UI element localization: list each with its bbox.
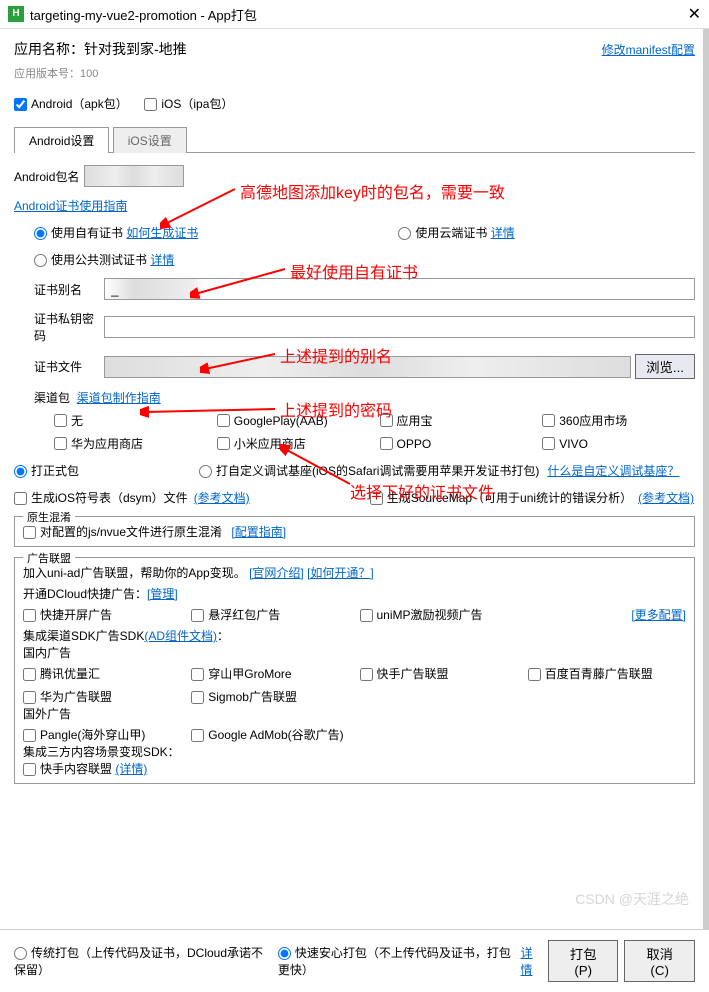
manifest-link[interactable]: 修改manifest配置 — [602, 41, 695, 58]
radio-official[interactable]: 打正式包 — [14, 462, 79, 479]
ad-gromore[interactable]: 穿山甲GroMore — [191, 665, 349, 682]
sourcemap-checkbox[interactable]: 生成SourceMap（可用于uni统计的错误分析） — [370, 489, 632, 506]
dsym-link[interactable]: (参考文档) — [194, 489, 250, 506]
ads-sdk-link[interactable]: (AD组件文档) — [144, 629, 217, 643]
watermark: CSDN @天涯之绝 — [575, 889, 689, 909]
tab-android[interactable]: Android设置 — [14, 127, 109, 153]
ads-quick: 开通DCloud快捷广告： — [23, 587, 147, 601]
channel-googleplay[interactable]: GooglePlay(AAB) — [217, 412, 370, 429]
channel-360[interactable]: 360应用市场 — [542, 412, 695, 429]
channel-guide-link[interactable]: 渠道包制作指南 — [77, 391, 161, 405]
radio-fast[interactable]: 快速安心打包（不上传代码及证书，打包更快） — [278, 944, 521, 978]
app-name-label: 应用名称： — [14, 39, 84, 59]
version-label: 应用版本号： — [14, 68, 80, 80]
ads-foreign: 国外广告 — [23, 705, 686, 722]
radio-cloud-cert[interactable]: 使用云端证书 详情 — [398, 224, 514, 241]
cert-guide-link[interactable]: Android证书使用指南 — [14, 199, 127, 213]
sourcemap-link[interactable]: (参考文档) — [638, 489, 694, 506]
ads-intro-link2[interactable]: [如何开通？] — [307, 566, 374, 580]
radio-custom[interactable]: 打自定义调试基座(iOS的Safari调试需要用苹果开发证书打包) — [199, 462, 539, 479]
android-checkbox[interactable]: Android（apk包） — [14, 97, 128, 111]
gen-cert-link[interactable]: 如何生成证书 — [126, 226, 198, 240]
close-icon[interactable]: ✕ — [688, 4, 701, 24]
ad-unimp[interactable]: uniMP激励视频广告 — [360, 606, 518, 623]
channel-huawei[interactable]: 华为应用商店 — [54, 435, 207, 452]
browse-button[interactable]: 浏览... — [635, 354, 695, 379]
public-cert-link[interactable]: 详情 — [150, 253, 174, 267]
app-logo: H — [8, 6, 24, 22]
ads-intro: 加入uni-ad广告联盟，帮助你的App变现。 — [23, 566, 246, 580]
ad-huawei[interactable]: 华为广告联盟 — [23, 688, 181, 705]
ads-sdk-label: 集成渠道SDK广告SDK — [23, 629, 144, 643]
obf-title: 原生混淆 — [23, 509, 75, 525]
alias-input[interactable] — [104, 278, 695, 300]
obf-checkbox[interactable]: 对配置的js/nvue文件进行原生混淆 — [23, 525, 222, 539]
ad-admob[interactable]: Google AdMob(谷歌广告) — [191, 726, 349, 743]
radio-traditional[interactable]: 传统打包（上传代码及证书，DCloud承诺不保留） — [14, 944, 271, 978]
file-label: 证书文件 — [34, 358, 104, 375]
fast-detail-link[interactable]: 详情 — [521, 944, 543, 978]
pkg-input[interactable] — [84, 165, 184, 187]
ads-third: 集成三方内容场景变现SDK： — [23, 743, 686, 760]
ad-pangle[interactable]: Pangle(海外穿山甲) — [23, 726, 181, 743]
obf-link[interactable]: [配置指南] — [231, 525, 286, 539]
channel-xiaomi[interactable]: 小米应用商店 — [217, 435, 370, 452]
pwd-input[interactable] — [104, 316, 695, 338]
ad-splash[interactable]: 快捷开屏广告 — [23, 606, 181, 623]
ads-intro-link1[interactable]: [官网介绍] — [249, 566, 304, 580]
cancel-button[interactable]: 取消(C) — [624, 940, 695, 982]
ios-checkbox[interactable]: iOS（ipa包） — [144, 97, 233, 111]
channel-oppo[interactable]: OPPO — [380, 435, 533, 452]
alias-label: 证书别名 — [34, 281, 104, 298]
ad-ks-link[interactable]: (详情) — [115, 762, 147, 776]
channel-vivo[interactable]: VIVO — [542, 435, 695, 452]
ads-quick-link[interactable]: [管理] — [147, 587, 178, 601]
ads-domestic: 国内广告 — [23, 644, 686, 661]
ad-ks-content[interactable]: 快手内容联盟 — [23, 762, 112, 776]
ad-redpacket[interactable]: 悬浮红包广告 — [191, 606, 349, 623]
dsym-checkbox[interactable]: 生成iOS符号表（dsym）文件 — [14, 489, 188, 506]
pkg-label: Android包名 — [14, 168, 84, 185]
ad-kuaishou[interactable]: 快手广告联盟 — [360, 665, 518, 682]
channel-yyb[interactable]: 应用宝 — [380, 412, 533, 429]
channel-none[interactable]: 无 — [54, 412, 207, 429]
version-value: 100 — [80, 68, 98, 80]
app-name-value: 针对我到家-地推 — [84, 39, 187, 59]
tab-ios[interactable]: iOS设置 — [113, 127, 187, 153]
cloud-cert-link[interactable]: 详情 — [491, 226, 515, 240]
ads-title: 广告联盟 — [23, 550, 75, 566]
window-title: targeting-my-vue2-promotion - App打包 — [30, 5, 688, 24]
file-input[interactable] — [104, 356, 631, 378]
pack-button[interactable]: 打包(P) — [548, 940, 618, 982]
custom-base-link[interactable]: 什么是自定义调试基座？ — [547, 462, 679, 479]
ad-sigmob[interactable]: Sigmob广告联盟 — [191, 688, 349, 705]
ads-more-link[interactable]: [更多配置] — [528, 606, 686, 623]
ad-tencent[interactable]: 腾讯优量汇 — [23, 665, 181, 682]
pwd-label: 证书私钥密码 — [34, 310, 104, 344]
channel-label: 渠道包 — [34, 391, 70, 405]
radio-own-cert[interactable]: 使用自有证书 如何生成证书 — [34, 224, 198, 241]
ad-baidu[interactable]: 百度百青藤广告联盟 — [528, 665, 686, 682]
radio-public-cert[interactable]: 使用公共测试证书 详情 — [34, 253, 174, 267]
